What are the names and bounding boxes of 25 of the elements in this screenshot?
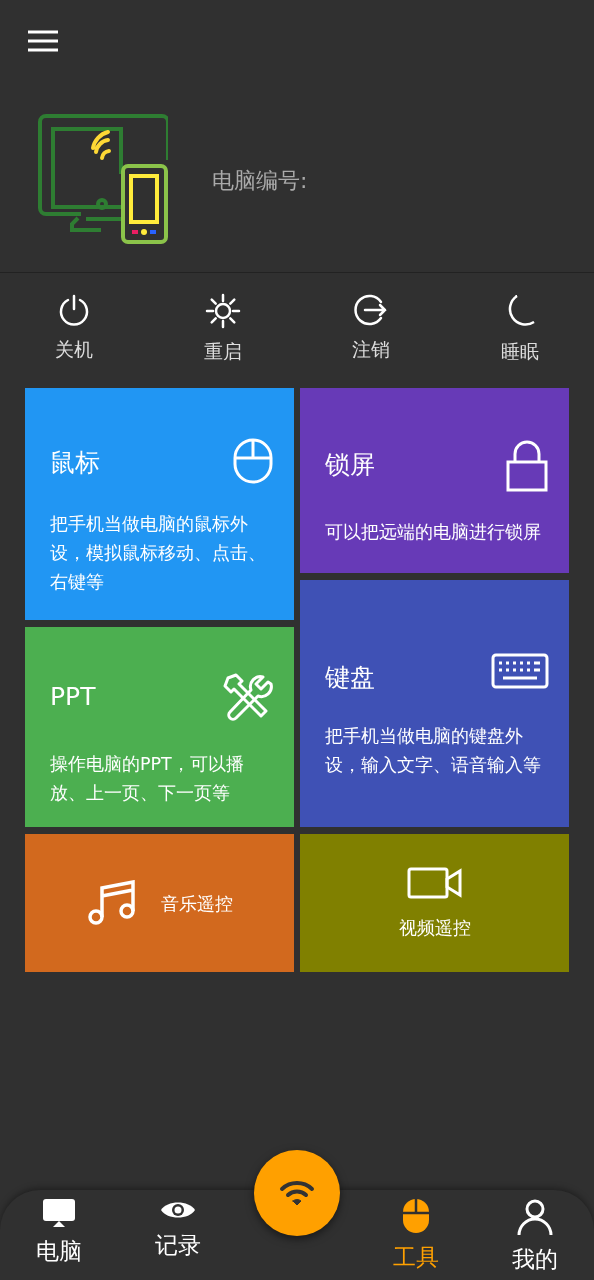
action-button[interactable]: 重启 (148, 293, 297, 388)
wifi-icon (279, 1179, 315, 1207)
nav-tab[interactable]: 工具 (357, 1190, 476, 1280)
keyboard-icon (491, 652, 549, 689)
video-camera-icon (406, 865, 463, 900)
monitor-icon (42, 1198, 77, 1228)
lock-icon (505, 440, 549, 492)
person-icon (515, 1198, 554, 1236)
action-button[interactable]: 注销 (297, 293, 446, 388)
nav-tab[interactable]: 电脑 (0, 1190, 119, 1280)
sun-icon (204, 293, 241, 329)
feature-tile[interactable]: 视频遥控 (300, 834, 569, 972)
feature-tile[interactable]: 键盘 把手机当做电脑的键盘外设，输入文字、语音输入等 (300, 580, 569, 827)
computer-id-label: 电脑编号: (212, 166, 308, 195)
nav-tab[interactable]: 我的 (475, 1190, 594, 1280)
action-button[interactable]: 睡眠 (445, 293, 594, 388)
menu-icon[interactable] (28, 29, 58, 52)
nav-tab[interactable]: 记录 (118, 1190, 237, 1280)
feature-tile[interactable]: 音乐遥控 (25, 834, 294, 972)
mouse-icon (232, 437, 274, 484)
music-note-icon (86, 880, 137, 926)
feature-tile[interactable]: 锁屏 可以把远端的电脑进行锁屏 (300, 388, 569, 573)
logout-icon (354, 293, 389, 327)
action-button[interactable]: 关机 (0, 293, 149, 388)
tools-icon (222, 672, 274, 724)
